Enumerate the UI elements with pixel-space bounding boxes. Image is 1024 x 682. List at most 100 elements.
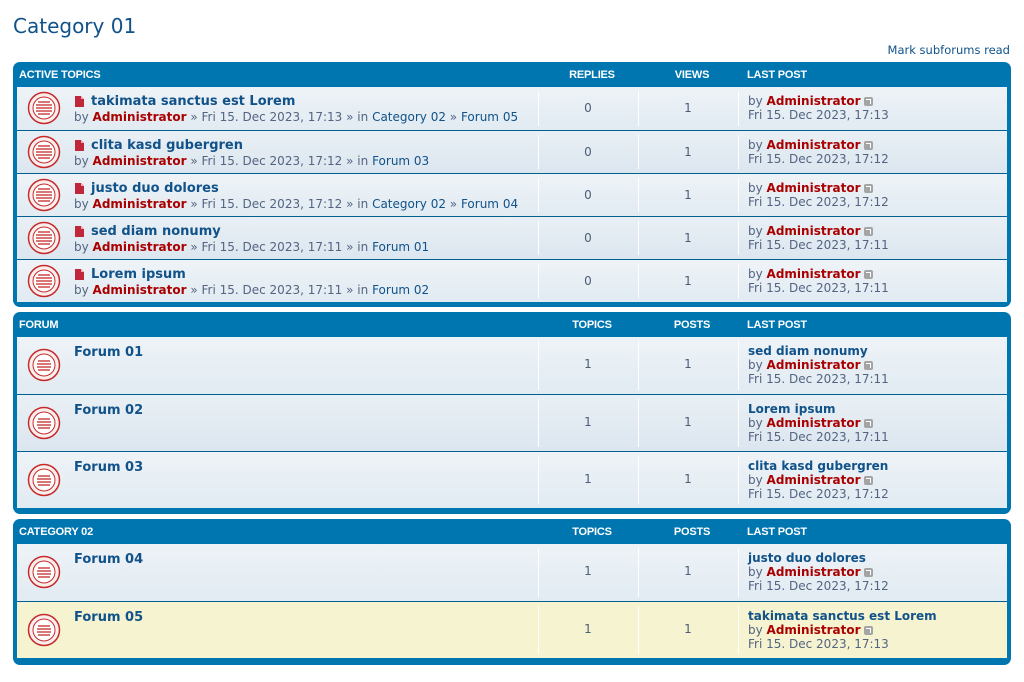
sticky-doc-icon — [74, 269, 85, 280]
last-post-author-link[interactable]: Administrator — [767, 181, 861, 195]
last-post-author-line: by Administrator — [748, 623, 937, 637]
last-post-title-link[interactable]: Lorem ipsum — [748, 402, 889, 416]
goto-last-post-icon[interactable] — [863, 227, 873, 236]
header-last-post: LAST POST — [747, 69, 807, 81]
forum-title-link[interactable]: Forum 02 — [74, 403, 143, 418]
last-post-title-link[interactable]: clita kasd gubergren — [748, 459, 889, 473]
goto-last-post-icon[interactable] — [863, 184, 873, 193]
posts-count: 1 — [684, 622, 692, 636]
last-post: Lorem ipsum by Administrator Fri 15. Dec 2… — [748, 402, 889, 444]
header-topics: TOPICS — [572, 526, 612, 538]
last-post: clita kasd gubergren by Administrator Fri … — [748, 459, 889, 501]
replies-count: 0 — [584, 101, 592, 115]
topic-meta: by Administrator » Fri 15. Dec 2023, 17:… — [74, 240, 429, 254]
active-topics-panel: ACTIVE TOPICS REPLIES VIEWS LAST POST ta… — [13, 62, 1011, 307]
topic-author-link[interactable]: Administrator — [93, 240, 187, 254]
topics-count: 1 — [584, 564, 592, 578]
forum-title-link[interactable]: Forum 04 — [74, 552, 143, 567]
topic-title-link[interactable]: takimata sanctus est Lorem — [91, 94, 295, 109]
column-divider — [738, 548, 739, 597]
path-link[interactable]: Category 02 — [372, 110, 446, 124]
views-count: 1 — [684, 231, 692, 245]
category-02-header: CATEGORY 02 TOPICS POSTS LAST POST — [17, 519, 1007, 544]
last-post-author-link[interactable]: Administrator — [767, 473, 861, 487]
last-post-date: Fri 15. Dec 2023, 17:12 — [748, 195, 889, 209]
topic-author-link[interactable]: Administrator — [93, 197, 187, 211]
topic-row: clita kasd gubergren by Administrator » F… — [17, 130, 1007, 173]
forum-title-link[interactable]: Forum 01 — [74, 345, 143, 360]
goto-last-post-icon[interactable] — [863, 476, 873, 485]
column-divider — [738, 456, 739, 504]
path-link[interactable]: Category 02 — [372, 197, 446, 211]
last-post: sed diam nonumy by Administrator Fri 15. D… — [748, 344, 889, 386]
last-post-author-link[interactable]: Administrator — [767, 267, 861, 281]
goto-last-post-icon[interactable] — [863, 270, 873, 279]
topic-by: by — [74, 240, 89, 254]
last-post-author-link[interactable]: Administrator — [767, 565, 861, 579]
last-post-by: by — [748, 473, 763, 487]
last-post-author-link[interactable]: Administrator — [767, 623, 861, 637]
forum-row: Forum 04 1 1 justo duo dolores by Administra… — [17, 544, 1007, 601]
last-post-by: by — [748, 267, 763, 281]
last-post: by Administrator Fri 15. Dec 2023, 17:12 — [748, 138, 889, 166]
goto-last-post-icon[interactable] — [863, 361, 873, 370]
last-post-author-link[interactable]: Administrator — [767, 358, 861, 372]
topic-date: Fri 15. Dec 2023, 17:12 — [201, 154, 343, 168]
last-post-author-link[interactable]: Administrator — [767, 138, 861, 152]
topic-sep: » — [190, 197, 198, 211]
last-post-author-line: by Administrator — [748, 94, 889, 108]
goto-last-post-icon[interactable] — [863, 626, 873, 635]
last-post: by Administrator Fri 15. Dec 2023, 17:12 — [748, 181, 889, 209]
last-post-author-link[interactable]: Administrator — [767, 224, 861, 238]
topic-in: » in — [346, 154, 369, 168]
sticky-doc-icon — [74, 183, 85, 194]
topic-title-line: takimata sanctus est Lorem — [74, 94, 295, 109]
last-post-date: Fri 15. Dec 2023, 17:12 — [748, 487, 889, 501]
path-link[interactable]: Forum 05 — [461, 110, 518, 124]
path-link[interactable]: Forum 03 — [372, 154, 429, 168]
last-post-date: Fri 15. Dec 2023, 17:13 — [748, 637, 889, 651]
topic-title-link[interactable]: justo duo dolores — [91, 181, 219, 196]
topic-row: Lorem ipsum by Administrator » Fri 15. De… — [17, 259, 1007, 302]
last-post-by: by — [748, 181, 763, 195]
goto-last-post-icon[interactable] — [863, 419, 873, 428]
column-divider — [738, 91, 739, 126]
header-last-post: LAST POST — [747, 319, 807, 331]
topic-title-link[interactable]: Lorem ipsum — [91, 267, 186, 282]
last-post-by: by — [748, 358, 763, 372]
last-post-date: Fri 15. Dec 2023, 17:12 — [748, 152, 889, 166]
last-post-title-link[interactable]: takimata sanctus est Lorem — [748, 609, 937, 623]
last-post-author-link[interactable]: Administrator — [767, 94, 861, 108]
topic-author-link[interactable]: Administrator — [93, 110, 187, 124]
topic-author-link[interactable]: Administrator — [93, 283, 187, 297]
goto-last-post-icon[interactable] — [863, 568, 873, 577]
forum-title-link[interactable]: Forum 03 — [74, 460, 143, 475]
topic-title-link[interactable]: sed diam nonumy — [91, 224, 221, 239]
header-posts: POSTS — [673, 319, 711, 331]
goto-last-post-icon[interactable] — [863, 97, 873, 106]
last-post-author-line: by Administrator — [748, 473, 889, 487]
posts-count: 1 — [684, 357, 692, 371]
goto-last-post-icon[interactable] — [863, 141, 873, 150]
path-link[interactable]: Forum 02 — [372, 283, 429, 297]
last-post-title-link[interactable]: sed diam nonumy — [748, 344, 889, 358]
topic-read-icon — [27, 178, 61, 212]
last-post-by: by — [748, 224, 763, 238]
column-divider — [738, 264, 739, 298]
topic-meta: by Administrator » Fri 15. Dec 2023, 17:… — [74, 197, 518, 211]
last-post: by Administrator Fri 15. Dec 2023, 17:11 — [748, 267, 889, 295]
forum-row: Forum 01 1 1 sed diam nonumy by Administrato… — [17, 337, 1007, 394]
topic-author-link[interactable]: Administrator — [93, 154, 187, 168]
column-divider — [738, 178, 739, 212]
last-post-title-link[interactable]: justo duo dolores — [748, 551, 889, 565]
last-post-author-link[interactable]: Administrator — [767, 416, 861, 430]
path-sep: » — [445, 110, 461, 124]
mark-subforums-read-link[interactable]: Mark subforums read — [888, 43, 1010, 57]
path-link[interactable]: Forum 01 — [372, 240, 429, 254]
path-link[interactable]: Forum 04 — [461, 197, 518, 211]
header-views: VIEWS — [674, 69, 710, 81]
topics-count: 1 — [584, 357, 592, 371]
forum-title-link[interactable]: Forum 05 — [74, 610, 143, 625]
forum-read-icon — [27, 555, 61, 589]
topic-title-link[interactable]: clita kasd gubergren — [91, 138, 243, 153]
